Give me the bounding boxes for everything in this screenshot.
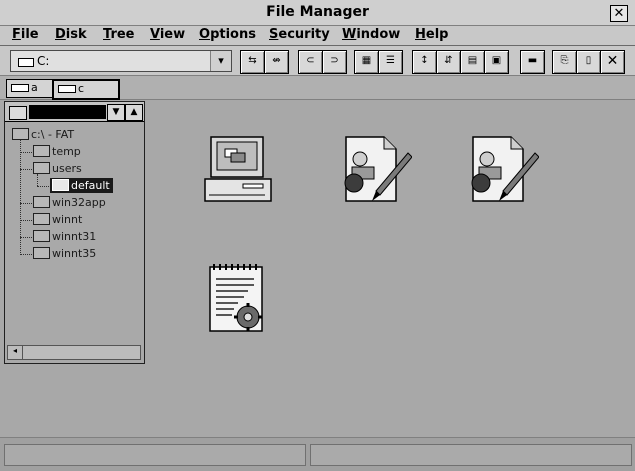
details-view-button[interactable]: ☰ <box>378 50 403 74</box>
floppy-drive-icon <box>11 84 29 92</box>
minimize-icon: ▬ <box>527 55 538 66</box>
tree-connector <box>37 186 49 187</box>
window-title: File Manager <box>266 4 369 20</box>
details-view-icon: ☰ <box>386 55 395 66</box>
directory-tree-panel: ▼ ▲ c:\ - FAT temp users default win32ap… <box>4 101 145 364</box>
close-button[interactable]: ✕ <box>610 5 628 22</box>
tree-node-label: winnt <box>52 213 83 226</box>
hard-drive-icon <box>58 85 76 93</box>
paste-icon: ▯ <box>585 55 592 66</box>
tree-connector <box>37 174 38 186</box>
drive-c-label: c <box>78 82 85 95</box>
my-computer-icon[interactable] <box>203 133 275 205</box>
menu-window[interactable]: Window <box>342 27 400 42</box>
tree-node-label: default <box>71 179 110 192</box>
tree-node-win32app[interactable]: win32app <box>33 196 106 209</box>
menu-help[interactable]: Help <box>415 27 448 42</box>
drive-select[interactable]: C: ▾ <box>10 50 232 72</box>
sort-by-size-icon: ▤ <box>467 55 478 66</box>
sort-by-type-button[interactable]: ⇵ <box>436 50 461 74</box>
connect-net-drive-icon: ⇆ <box>248 55 257 66</box>
menu-bar: File Disk Tree View Options Security Win… <box>0 26 635 46</box>
title-bar: File Manager ✕ <box>0 0 635 26</box>
folder-icon <box>33 145 50 157</box>
folder-icon <box>33 162 50 174</box>
chevron-down-icon[interactable]: ▾ <box>210 51 231 71</box>
minimize-button[interactable]: ▬ <box>520 50 545 74</box>
tree-node-users[interactable]: users <box>33 162 82 175</box>
delete-button[interactable]: ✕ <box>600 50 625 74</box>
folder-icon <box>33 230 50 242</box>
tree-connector <box>20 152 32 153</box>
tree-node-winnt[interactable]: winnt <box>33 213 82 226</box>
copy-icon: ⎘ <box>560 55 569 66</box>
share-as-button[interactable]: ⊂ <box>298 50 323 74</box>
open-folder-icon <box>52 179 69 191</box>
delete-icon: ✕ <box>606 53 619 69</box>
menu-disk[interactable]: Disk <box>55 27 87 42</box>
menu-options[interactable]: Options <box>199 27 256 42</box>
drive-select-value: C: <box>37 54 50 68</box>
edit-document-icon[interactable] <box>340 133 413 205</box>
folder-icon <box>12 128 29 140</box>
scroll-up-icon[interactable]: ▲ <box>125 104 143 121</box>
folder-icon <box>33 247 50 259</box>
edit-document-icon-2[interactable] <box>467 133 540 205</box>
tree-node-default[interactable]: default <box>50 178 113 193</box>
tree-node-label: temp <box>52 145 81 158</box>
folder-icon <box>33 196 50 208</box>
menu-tree[interactable]: Tree <box>103 27 135 42</box>
tree-connector <box>20 237 32 238</box>
stop-sharing-button[interactable]: ⊃ <box>322 50 347 74</box>
tree-node-temp[interactable]: temp <box>33 145 81 158</box>
tree-connector <box>20 203 32 204</box>
drive-a-label: a <box>31 81 38 94</box>
paste-button[interactable]: ▯ <box>576 50 601 74</box>
tree-title-bar <box>29 105 106 119</box>
tree-panel-header: ▼ ▲ <box>5 102 144 122</box>
tree-system-menu-icon[interactable] <box>9 106 27 120</box>
disconnect-net-drive-button[interactable]: ⇎ <box>264 50 289 74</box>
sort-by-name-icon: ↕ <box>420 55 429 66</box>
toolbar: C: ▾ ⇆ ⇎ ⊂ ⊃ ▦ ☰ ↕ ⇵ ▤ ▣ ▬ ⎘ ▯ ✕ <box>0 46 635 76</box>
status-pane-right <box>310 444 632 466</box>
menu-file[interactable]: File <box>12 27 39 42</box>
tree-node-label: winnt35 <box>52 247 97 260</box>
hard-drive-icon <box>18 58 34 67</box>
disconnect-net-drive-icon: ⇎ <box>272 55 281 66</box>
sort-by-date-button[interactable]: ▣ <box>484 50 509 74</box>
tree-node-winnt31[interactable]: winnt31 <box>33 230 96 243</box>
folder-icon <box>33 213 50 225</box>
sort-by-date-icon: ▣ <box>491 55 502 66</box>
drive-bar: a c <box>0 76 635 100</box>
stop-sharing-icon: ⊃ <box>330 55 339 66</box>
scroll-left-icon[interactable]: ◂ <box>8 346 23 359</box>
tree-node-winnt35[interactable]: winnt35 <box>33 247 96 260</box>
tree-root-node[interactable]: c:\ - FAT <box>12 128 74 141</box>
settings-document-icon[interactable] <box>204 261 276 333</box>
large-icons-view-icon: ▦ <box>361 55 372 66</box>
horizontal-scrollbar[interactable]: ◂ <box>7 345 141 360</box>
connect-net-drive-button[interactable]: ⇆ <box>240 50 265 74</box>
share-as-icon: ⊂ <box>306 55 315 66</box>
tree-connector <box>20 169 32 170</box>
sort-by-size-button[interactable]: ▤ <box>460 50 485 74</box>
menu-view[interactable]: View <box>150 27 185 42</box>
tree-node-label: winnt31 <box>52 230 97 243</box>
status-pane-left <box>4 444 306 466</box>
tree-root-label: c:\ - FAT <box>31 128 75 141</box>
copy-button[interactable]: ⎘ <box>552 50 577 74</box>
tree-connector <box>20 254 32 255</box>
large-icons-view-button[interactable]: ▦ <box>354 50 379 74</box>
sort-by-type-icon: ⇵ <box>444 55 453 66</box>
tree-connector <box>20 220 32 221</box>
drive-c-button[interactable]: c <box>52 79 120 100</box>
tree-node-label: win32app <box>52 196 106 209</box>
tree-node-label: users <box>52 162 82 175</box>
status-bar <box>0 437 635 471</box>
sort-by-name-button[interactable]: ↕ <box>412 50 437 74</box>
scroll-down-icon[interactable]: ▼ <box>107 104 125 121</box>
menu-security[interactable]: Security <box>269 27 330 42</box>
